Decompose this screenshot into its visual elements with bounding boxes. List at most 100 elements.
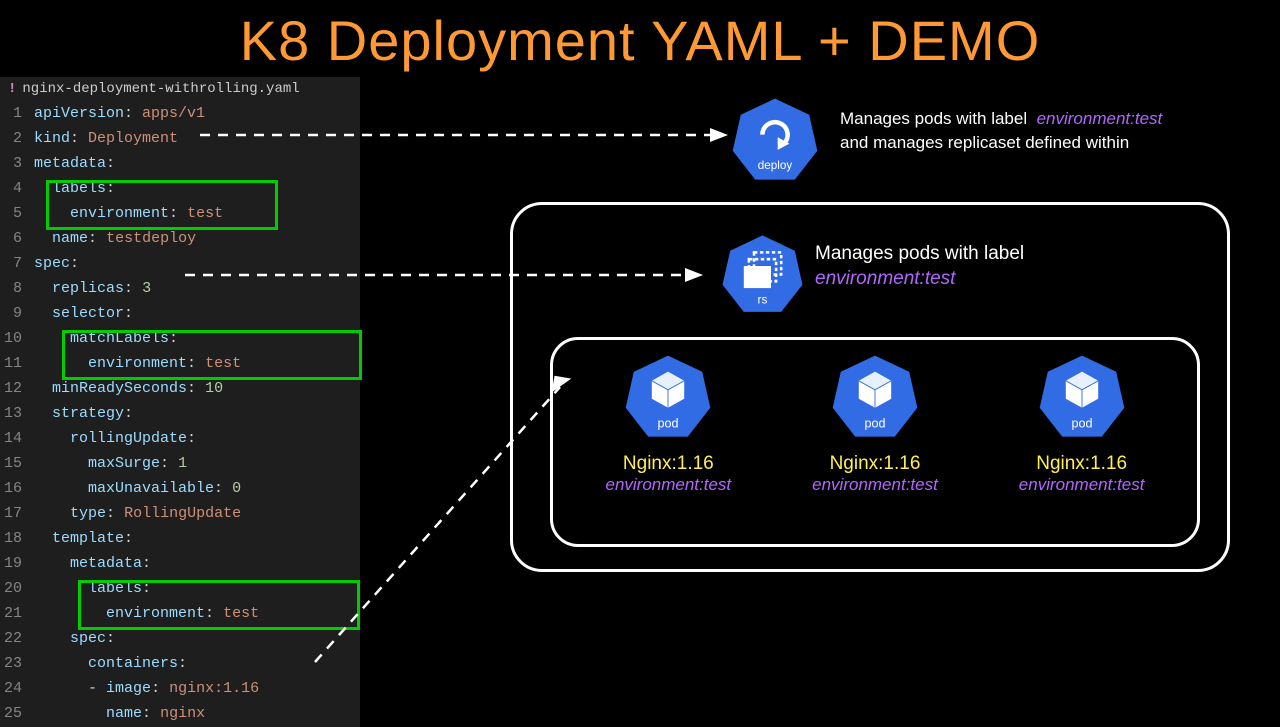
code-line: 4 labels: (0, 176, 360, 201)
code-line: 6 name: testdeploy (0, 226, 360, 251)
code-line: 21 environment: test (0, 601, 360, 626)
pod-image-label: Nginx:1.16 (775, 453, 975, 475)
line-number: 21 (0, 601, 34, 626)
pod-image-label: Nginx:1.16 (568, 453, 768, 475)
diagram-area: deploy Manages pods with label environme… (360, 77, 1280, 727)
pod-env-label: environment:test (568, 475, 768, 495)
svg-text:rs: rs (758, 292, 768, 306)
svg-text:pod: pod (864, 417, 885, 431)
line-number: 19 (0, 551, 34, 576)
filename-text: nginx-deployment-withrolling.yaml (22, 81, 299, 97)
code-line: 23 containers: (0, 651, 360, 676)
code-content: selector: (34, 301, 133, 326)
line-number: 11 (0, 351, 34, 376)
pod-env-label: environment:test (982, 475, 1182, 495)
code-line: 16 maxUnavailable: 0 (0, 476, 360, 501)
code-content: template: (34, 526, 133, 551)
line-number: 9 (0, 301, 34, 326)
code-line: 5 environment: test (0, 201, 360, 226)
line-number: 2 (0, 126, 34, 151)
line-number: 8 (0, 276, 34, 301)
code-content: strategy: (34, 401, 133, 426)
code-line: 19 metadata: (0, 551, 360, 576)
code-content: - image: nginx:1.16 (34, 676, 259, 701)
line-number: 16 (0, 476, 34, 501)
svg-text:deploy: deploy (758, 159, 793, 172)
code-line: 1apiVersion: apps/v1 (0, 101, 360, 126)
code-content: metadata: (34, 551, 151, 576)
line-number: 22 (0, 626, 34, 651)
code-content: maxUnavailable: 0 (34, 476, 241, 501)
code-line: 15 maxSurge: 1 (0, 451, 360, 476)
code-content: environment: test (34, 201, 223, 226)
code-line: 18 template: (0, 526, 360, 551)
code-line: 9 selector: (0, 301, 360, 326)
pod-icon: pod (1037, 352, 1127, 442)
code-content: spec: (34, 251, 79, 276)
code-content: apiVersion: apps/v1 (34, 101, 205, 126)
code-line: 17 type: RollingUpdate (0, 501, 360, 526)
code-content: containers: (34, 651, 187, 676)
line-number: 6 (0, 226, 34, 251)
code-content: minReadySeconds: 10 (34, 376, 223, 401)
line-number: 14 (0, 426, 34, 451)
filename-tab[interactable]: ! nginx-deployment-withrolling.yaml (0, 77, 360, 101)
code-line: 20 labels: (0, 576, 360, 601)
replicaset-icon: rs (720, 232, 805, 317)
line-number: 4 (0, 176, 34, 201)
code-content: name: testdeploy (34, 226, 196, 251)
line-number: 25 (0, 701, 34, 726)
pod-image-label: Nginx:1.16 (982, 453, 1182, 475)
code-content: environment: test (34, 601, 259, 626)
code-content: labels: (34, 576, 151, 601)
line-number: 20 (0, 576, 34, 601)
line-number: 23 (0, 651, 34, 676)
code-line: 8 replicas: 3 (0, 276, 360, 301)
code-line: 12 minReadySeconds: 10 (0, 376, 360, 401)
code-content: rollingUpdate: (34, 426, 196, 451)
code-line: 22 spec: (0, 626, 360, 651)
pod-box: pod Nginx:1.16 environment:test pod Ngin… (550, 337, 1200, 547)
code-content: matchLabels: (34, 326, 178, 351)
line-number: 7 (0, 251, 34, 276)
deploy-icon: deploy (730, 95, 820, 185)
code-line: 3metadata: (0, 151, 360, 176)
code-line: 2kind: Deployment (0, 126, 360, 151)
pod-env-label: environment:test (775, 475, 975, 495)
code-line: 25 name: nginx (0, 701, 360, 726)
code-line: 13 strategy: (0, 401, 360, 426)
code-content: kind: Deployment (34, 126, 178, 151)
code-content: replicas: 3 (34, 276, 151, 301)
code-content: environment: test (34, 351, 241, 376)
code-content: labels: (34, 176, 115, 201)
line-number: 5 (0, 201, 34, 226)
code-content: spec: (34, 626, 115, 651)
code-line: 10 matchLabels: (0, 326, 360, 351)
replicaset-description: Manages pods with label environment:test (815, 242, 1024, 291)
svg-text:pod: pod (658, 417, 679, 431)
line-number: 1 (0, 101, 34, 126)
code-content: maxSurge: 1 (34, 451, 187, 476)
code-line: 7spec: (0, 251, 360, 276)
pod-icon: pod (623, 352, 713, 442)
code-line: 24 - image: nginx:1.16 (0, 676, 360, 701)
page-title: K8 Deployment YAML + DEMO (0, 0, 1280, 77)
line-number: 3 (0, 151, 34, 176)
code-line: 11 environment: test (0, 351, 360, 376)
line-number: 17 (0, 501, 34, 526)
pod-item: pod Nginx:1.16 environment:test (982, 352, 1182, 495)
svg-text:pod: pod (1071, 417, 1092, 431)
deploy-description: Manages pods with label environment:test… (840, 107, 1162, 155)
line-number: 12 (0, 376, 34, 401)
line-number: 10 (0, 326, 34, 351)
line-number: 18 (0, 526, 34, 551)
pod-item: pod Nginx:1.16 environment:test (775, 352, 975, 495)
pod-icon: pod (830, 352, 920, 442)
yaml-file-icon: ! (8, 81, 16, 97)
code-content: metadata: (34, 151, 115, 176)
line-number: 15 (0, 451, 34, 476)
code-content: type: RollingUpdate (34, 501, 241, 526)
line-number: 24 (0, 676, 34, 701)
code-editor: ! nginx-deployment-withrolling.yaml 1api… (0, 77, 360, 727)
code-body: 1apiVersion: apps/v12kind: Deployment3me… (0, 101, 360, 726)
